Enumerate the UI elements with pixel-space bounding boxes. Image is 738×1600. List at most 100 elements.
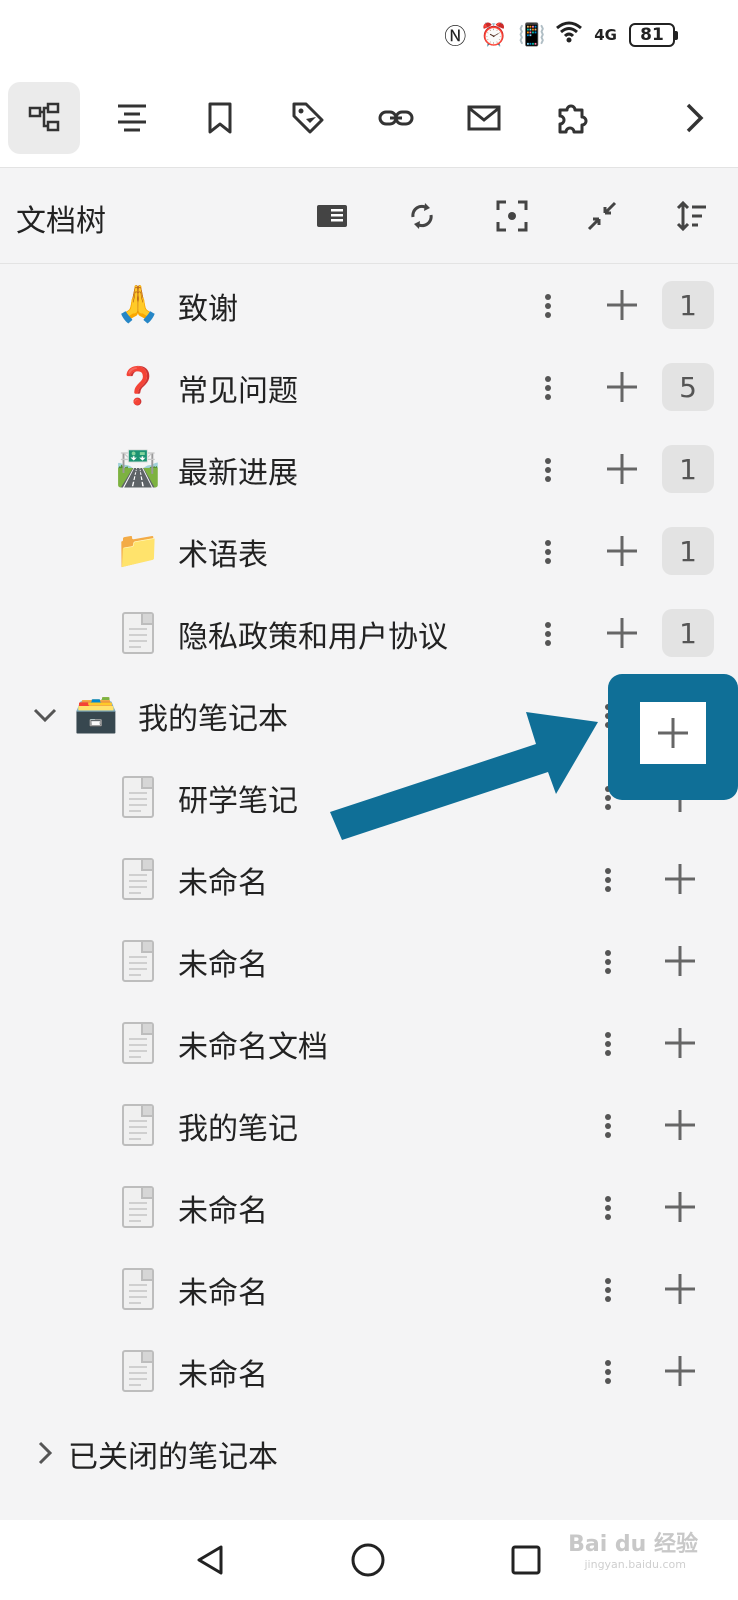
more-options-button[interactable] — [536, 450, 560, 490]
add-subdoc-button[interactable] — [656, 1183, 704, 1231]
tree-item[interactable]: 未命名 — [0, 920, 738, 1002]
more-options-button[interactable] — [596, 1352, 620, 1392]
outline-tab[interactable] — [96, 82, 168, 154]
tree-item[interactable]: 隐私政策和用户协议 1 — [0, 592, 738, 674]
more-vertical-icon — [545, 622, 551, 646]
plus-icon — [665, 1192, 695, 1222]
inbox-tab[interactable] — [448, 82, 520, 154]
add-subdoc-button[interactable] — [656, 1019, 704, 1067]
plus-icon — [665, 1110, 695, 1140]
chevron-right-icon — [38, 1441, 53, 1465]
tree-item-label: 隐私政策和用户协议 — [178, 620, 448, 655]
more-options-button[interactable] — [536, 286, 560, 326]
dock-toolbar — [0, 70, 738, 168]
watermark-brand: Bai du 经验 — [568, 1532, 698, 1557]
more-options-button[interactable] — [596, 942, 620, 982]
back-button[interactable] — [188, 1538, 232, 1582]
plugin-tab[interactable] — [536, 82, 608, 154]
refresh-button[interactable] — [400, 194, 444, 238]
closed-notebooks-item[interactable]: 已关闭的笔记本 — [0, 1412, 738, 1494]
add-subdoc-button[interactable] — [598, 281, 646, 329]
more-options-button[interactable] — [596, 1024, 620, 1064]
toggle-panel-button[interactable] — [310, 194, 354, 238]
tree-item[interactable]: 🛣️ 最新进展 1 — [0, 428, 738, 510]
subdoc-count-badge: 1 — [662, 281, 714, 329]
file-tree-icon — [28, 102, 60, 132]
more-options-button[interactable] — [536, 368, 560, 408]
tree-item[interactable]: 🙏 致谢 1 — [0, 264, 738, 346]
plus-icon — [665, 1356, 695, 1386]
sort-button[interactable] — [670, 194, 714, 238]
home-button[interactable] — [346, 1538, 390, 1582]
file-tree-tab[interactable] — [8, 82, 80, 154]
plus-icon — [607, 372, 637, 402]
more-tabs-button[interactable] — [658, 82, 730, 154]
backlink-tab[interactable] — [360, 82, 432, 154]
tree-item[interactable]: 我的笔记 — [0, 1084, 738, 1166]
tag-tab[interactable] — [272, 82, 344, 154]
more-options-button[interactable] — [596, 1188, 620, 1228]
add-subdoc-button[interactable] — [598, 527, 646, 575]
tree-item[interactable]: 📁 术语表 1 — [0, 510, 738, 592]
back-triangle-icon — [197, 1545, 223, 1575]
add-subdoc-button[interactable] — [656, 1101, 704, 1149]
alarm-icon: ⏰ — [480, 22, 508, 48]
plus-icon — [607, 618, 637, 648]
tree-item[interactable]: 未命名文档 — [0, 1002, 738, 1084]
panel-title: 文档树 — [16, 204, 106, 239]
bookmark-tab[interactable] — [184, 82, 256, 154]
focus-button[interactable] — [490, 194, 534, 238]
tree-item[interactable]: ❓ 常见问题 5 — [0, 346, 738, 428]
tree-item[interactable]: 未命名 — [0, 1330, 738, 1412]
recents-button[interactable] — [504, 1538, 548, 1582]
closed-notebooks-label: 已关闭的笔记本 — [68, 1440, 278, 1475]
plus-icon — [665, 864, 695, 894]
tree-item[interactable]: 未命名 — [0, 1248, 738, 1330]
add-subdoc-button[interactable] — [656, 855, 704, 903]
nfc-icon: Ⓝ — [444, 25, 467, 50]
bookmark-icon — [208, 102, 232, 134]
subdoc-count-badge: 1 — [662, 527, 714, 575]
closed-notebooks-toggle[interactable] — [28, 1436, 62, 1470]
notebook-label: 我的笔记本 — [138, 702, 288, 737]
inbox-icon — [467, 105, 501, 131]
subdoc-count-badge: 1 — [662, 445, 714, 493]
chevron-right-icon — [686, 103, 704, 133]
file-icon — [116, 1020, 160, 1066]
sidebar-icon — [317, 205, 347, 227]
tree-item-label: 未命名 — [178, 1194, 268, 1229]
notebook-toggle[interactable] — [28, 698, 62, 732]
tree-item-label: 常见问题 — [178, 374, 298, 409]
tree-item-label: 未命名 — [178, 948, 268, 983]
more-options-button[interactable] — [596, 1106, 620, 1146]
backlink-icon — [378, 110, 414, 126]
collapse-all-button[interactable] — [580, 194, 624, 238]
vibrate-icon: 📳 — [518, 22, 546, 48]
more-options-button[interactable] — [536, 614, 560, 654]
tree-item-label: 研学笔记 — [178, 784, 298, 819]
tree-item[interactable]: 未命名 — [0, 1166, 738, 1248]
add-subdoc-button[interactable] — [598, 445, 646, 493]
more-vertical-icon — [605, 1032, 611, 1056]
add-subdoc-button[interactable] — [656, 937, 704, 985]
document-tree: 🙏 致谢 1 ❓ 常见问题 5 🛣️ 最新进展 1 📁 术语表 1 隐私政策和用… — [0, 264, 738, 1488]
more-options-button[interactable] — [536, 532, 560, 572]
more-options-button[interactable] — [596, 1270, 620, 1310]
sort-icon — [676, 200, 706, 232]
add-subdoc-button[interactable] — [656, 1347, 704, 1395]
add-subdoc-button[interactable] — [598, 609, 646, 657]
more-options-button[interactable] — [596, 860, 620, 900]
question-emoji-icon: ❓ — [115, 366, 161, 407]
refresh-icon — [411, 203, 433, 229]
watermark-url: jingyan.baidu.com — [584, 1558, 686, 1571]
add-subdoc-button[interactable] — [598, 363, 646, 411]
subdoc-count-badge: 1 — [662, 609, 714, 657]
tree-item-label: 未命名 — [178, 1358, 268, 1393]
plus-icon — [658, 718, 688, 748]
annotation-arrow — [330, 712, 598, 840]
notebook-add-doc-button[interactable] — [640, 702, 706, 764]
battery-indicator: 81 — [629, 23, 678, 47]
add-subdoc-button[interactable] — [656, 1265, 704, 1313]
chevron-down-icon — [33, 708, 57, 723]
file-icon — [116, 1102, 160, 1148]
